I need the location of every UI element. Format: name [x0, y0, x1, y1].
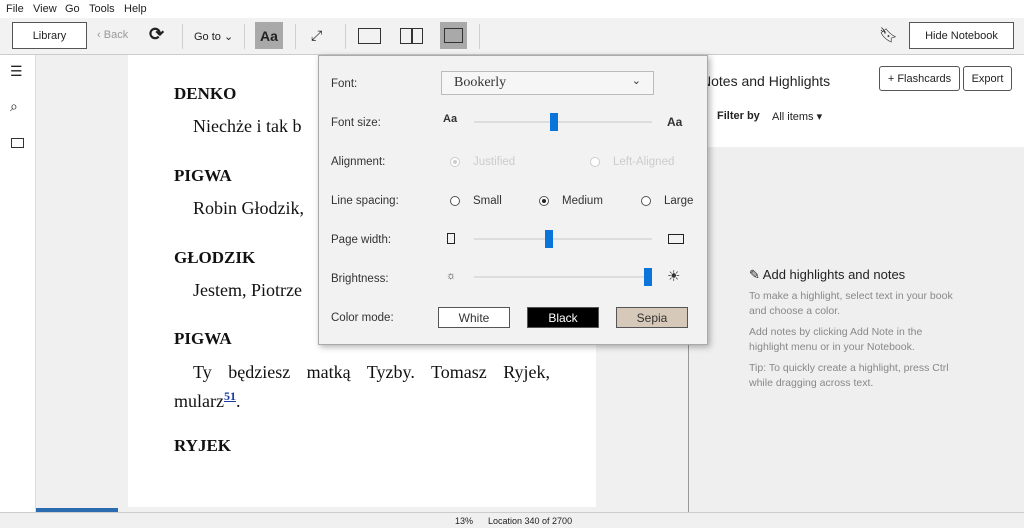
flashcards-button[interactable]: + Flashcards	[879, 66, 960, 91]
font-settings-button[interactable]: Aa	[255, 22, 283, 49]
medium-label: Medium	[562, 195, 603, 207]
sync-icon[interactable]: ⟳	[149, 24, 164, 45]
menu-tools[interactable]: Tools	[89, 3, 115, 15]
radio-small[interactable]	[450, 196, 460, 206]
radio-medium[interactable]	[539, 196, 549, 206]
filter-label: Filter by	[717, 110, 760, 122]
page-width-slider[interactable]	[474, 230, 652, 248]
speaker: RYJEK	[174, 436, 232, 455]
alignment-label: Alignment:	[331, 156, 386, 168]
paragraph: Ty będziesz matką Tyzby. Tomasz Ryjek, m…	[174, 362, 550, 411]
library-button[interactable]: Library	[12, 22, 87, 49]
menu-file[interactable]: File	[6, 3, 24, 15]
page-width-label: Page width:	[331, 234, 392, 246]
empty-title: ✎ Add highlights and notes	[749, 267, 906, 282]
wide-page-icon[interactable]	[668, 234, 684, 244]
tip: Tip: To quickly create a highlight, pres…	[749, 362, 949, 389]
line-spacing-label: Line spacing:	[331, 195, 399, 207]
caret-down-icon: ▾	[816, 111, 823, 123]
speaker: GŁODZIK	[174, 248, 256, 267]
export-button[interactable]: Export	[963, 66, 1012, 91]
single-column-icon[interactable]	[358, 28, 381, 44]
bookmark-icon[interactable]: 🔖︎	[879, 26, 898, 44]
chevron-down-icon: ⌄	[223, 31, 234, 43]
two-column-icon[interactable]	[400, 28, 423, 44]
radio-justified[interactable]	[450, 157, 460, 167]
brightness-slider[interactable]	[474, 268, 653, 286]
font-size-label: Font size:	[331, 117, 381, 129]
tip: To make a highlight, select text in your…	[749, 290, 953, 317]
color-mode-white[interactable]: White	[438, 307, 510, 328]
fullscreen-icon[interactable]: ⤢	[311, 27, 322, 44]
slider-thumb[interactable]	[544, 230, 553, 248]
menu-help[interactable]: Help	[124, 3, 147, 15]
cards-icon[interactable]	[11, 138, 24, 148]
menu-view[interactable]: View	[33, 3, 57, 15]
back-button[interactable]: ‹ Back	[97, 29, 128, 41]
status-bar: 13% Location 340 of 2700	[0, 512, 1024, 528]
speaker: DENKO	[174, 84, 237, 103]
brightness-high-icon[interactable]: ☀	[667, 267, 680, 285]
pencil-icon: ✎	[749, 267, 763, 282]
font-larger-icon[interactable]: Aa	[667, 115, 682, 129]
font-size-slider[interactable]	[474, 113, 652, 131]
left-aligned-label: Left-Aligned	[613, 156, 675, 168]
narrow-page-icon[interactable]	[447, 233, 455, 244]
goto-button[interactable]: Go to ⌄	[194, 30, 233, 43]
full-width-icon[interactable]	[440, 22, 467, 49]
color-mode-label: Color mode:	[331, 312, 394, 324]
speaker: PIGWA	[174, 166, 232, 185]
footnote-link[interactable]: 51	[224, 389, 236, 403]
hide-notebook-button[interactable]: Hide Notebook	[909, 22, 1014, 49]
notebook-title: Notes and Highlights	[701, 73, 831, 89]
filter-dropdown[interactable]: All items ▾	[772, 110, 822, 123]
radio-large[interactable]	[641, 196, 651, 206]
justified-label: Justified	[473, 156, 516, 168]
speaker: PIGWA	[174, 329, 232, 348]
font-settings-popover: Font: Bookerly ⌄ Font size: Aa Aa Alignme…	[318, 55, 708, 345]
small-label: Small	[473, 195, 502, 207]
radio-left-aligned[interactable]	[590, 157, 600, 167]
color-mode-sepia[interactable]: Sepia	[616, 307, 688, 328]
font-smaller-icon[interactable]: Aa	[443, 113, 457, 125]
brightness-low-icon[interactable]: ☼	[446, 270, 456, 282]
menu-bar: File View Go Tools Help	[0, 0, 1024, 18]
slider-thumb[interactable]	[644, 268, 653, 286]
font-select[interactable]: Bookerly ⌄	[441, 71, 654, 95]
percent-read: 13%	[455, 516, 474, 526]
location: Location 340 of 2700	[488, 516, 573, 526]
table-of-contents-icon[interactable]: ☰	[10, 63, 23, 80]
tip: Add notes by clicking Add Note in the hi…	[749, 326, 923, 353]
brightness-label: Brightness:	[331, 273, 389, 285]
chevron-left-icon: ‹	[97, 29, 104, 41]
menu-go[interactable]: Go	[65, 3, 80, 15]
toolbar: Library ‹ Back ⟳ Go to ⌄ Aa ⤢ 🔖︎ Hide No…	[0, 18, 1024, 55]
color-mode-black[interactable]: Black	[527, 307, 599, 328]
left-rail: ☰ ⌕	[0, 55, 36, 512]
notebook-header: Notes and Highlights + Flashcards Export…	[688, 55, 1024, 147]
font-label: Font:	[331, 78, 358, 90]
search-icon[interactable]: ⌕	[10, 98, 18, 115]
chevron-down-icon: ⌄	[631, 75, 641, 87]
slider-thumb[interactable]	[550, 113, 559, 131]
large-label: Large	[664, 195, 694, 207]
